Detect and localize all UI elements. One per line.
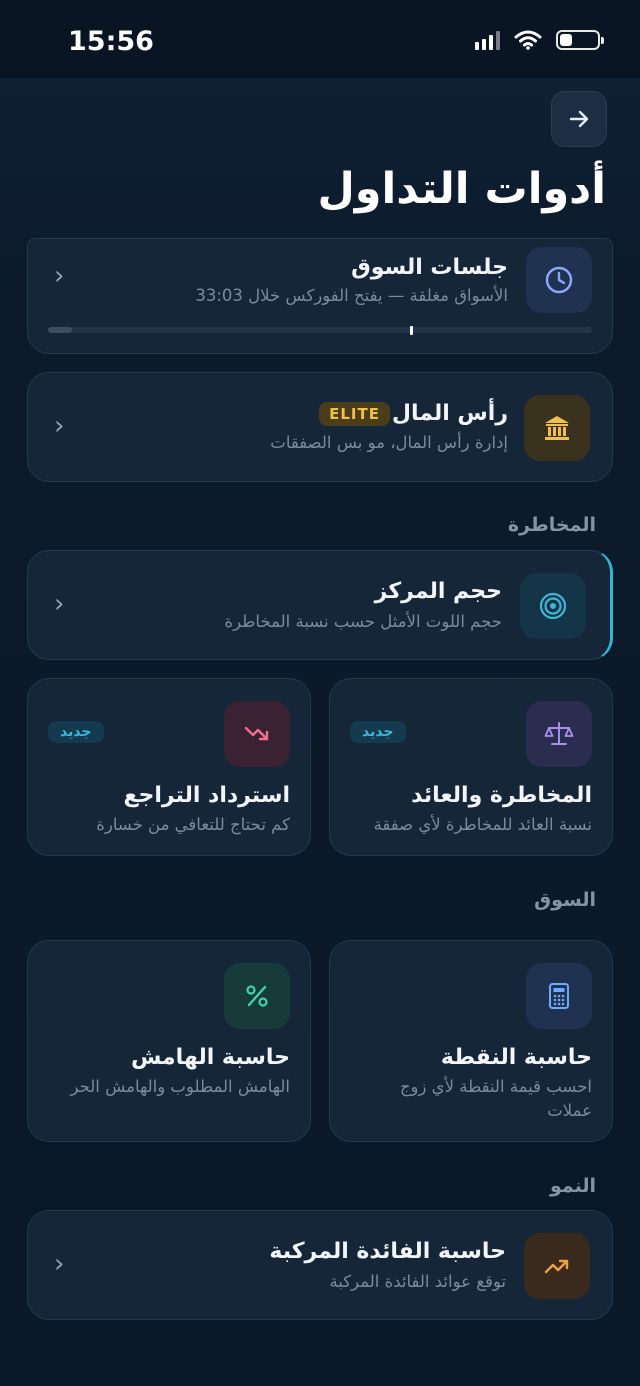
scale-icon-tile xyxy=(526,701,592,767)
drawdown-subtitle: كم تحتاج للتعافي من خسارة xyxy=(96,815,290,834)
target-icon-tile xyxy=(520,573,586,639)
drawdown-card[interactable]: جديد استرداد التراجع كم تحتاج للتعافي من… xyxy=(27,678,311,856)
session-now-marker xyxy=(410,326,413,335)
drawdown-title: استرداد التراجع xyxy=(123,783,290,808)
arrow-right-icon xyxy=(569,110,589,128)
trend-down-icon-tile xyxy=(224,701,290,767)
elite-badge: ELITE xyxy=(319,402,390,426)
compound-interest-subtitle: توقع عوائد الفائدة المركبة xyxy=(329,1272,506,1291)
risk-reward-card[interactable]: جديد المخاطرة والعائد نسبة العائد للمخاط… xyxy=(329,678,613,856)
pip-calculator-subtitle-line1: احسب قيمة النقطة لأي زوج xyxy=(399,1077,592,1096)
chevron-left-icon: ‹ xyxy=(54,261,65,291)
market-sessions-card[interactable]: جلسات السوق الأسواق مغلقة — يفتح الفوركس… xyxy=(27,238,613,354)
signal-icon xyxy=(475,30,500,50)
clock-icon-tile xyxy=(526,247,592,313)
capital-title: رأس المال xyxy=(391,401,508,426)
pip-calculator-title: حاسبة النقطة xyxy=(440,1045,592,1070)
margin-calculator-card[interactable]: حاسبة الهامش الهامش المطلوب والهامش الحر xyxy=(27,940,311,1142)
margin-calculator-subtitle: الهامش المطلوب والهامش الحر xyxy=(70,1077,290,1096)
status-bar: 15:56 xyxy=(0,0,640,78)
market-sessions-title: جلسات السوق xyxy=(351,255,508,280)
trend-up-icon xyxy=(544,1259,569,1274)
new-badge: جديد xyxy=(350,721,406,743)
pip-calculator-subtitle-line2: عملات xyxy=(547,1101,592,1120)
chevron-left-icon: ‹ xyxy=(54,589,65,619)
back-button[interactable] xyxy=(551,91,607,147)
session-timeline xyxy=(48,326,592,335)
chevron-left-icon: ‹ xyxy=(54,411,65,441)
risk-reward-title: المخاطرة والعائد xyxy=(411,783,592,808)
margin-calculator-title: حاسبة الهامش xyxy=(130,1045,290,1070)
scale-icon xyxy=(544,722,574,745)
bank-icon-tile xyxy=(524,395,590,461)
chevron-left-icon: ‹ xyxy=(54,1249,65,1279)
calculator-icon xyxy=(549,983,569,1009)
section-risk-label: المخاطرة xyxy=(507,514,596,536)
capital-card[interactable]: رأس المال ELITE إدارة رأس المال، مو بس ا… xyxy=(27,372,613,482)
position-size-card[interactable]: حجم المركز حجم اللوت الأمثل حسب نسبة الم… xyxy=(27,550,613,660)
clock-icon xyxy=(545,266,573,294)
target-icon xyxy=(539,592,567,620)
trading-tools-screen: 15:56 أدوات التداول جلسات السوق الأسواق … xyxy=(0,0,640,1386)
capital-subtitle: إدارة رأس المال، مو بس الصفقات xyxy=(270,433,508,452)
position-size-title: حجم المركز xyxy=(374,579,502,604)
battery-icon xyxy=(556,30,604,50)
session-timeline-fill xyxy=(48,327,72,333)
new-badge: جديد xyxy=(48,721,104,743)
compound-interest-card[interactable]: حاسبة الفائدة المركبة توقع عوائد الفائدة… xyxy=(27,1210,613,1320)
wifi-icon xyxy=(514,30,542,50)
pip-calculator-card[interactable]: حاسبة النقطة احسب قيمة النقطة لأي زوج عم… xyxy=(329,940,613,1142)
page-title: أدوات التداول xyxy=(317,164,606,214)
status-time: 15:56 xyxy=(68,26,154,57)
percent-icon-tile xyxy=(224,963,290,1029)
position-size-subtitle: حجم اللوت الأمثل حسب نسبة المخاطرة xyxy=(224,612,502,631)
market-sessions-subtitle: الأسواق مغلقة — يفتح الفوركس خلال 33:03 xyxy=(195,286,508,305)
section-market-label: السوق xyxy=(534,889,596,911)
status-icons xyxy=(475,30,604,50)
trend-down-icon xyxy=(244,726,269,741)
risk-reward-subtitle: نسبة العائد للمخاطرة لأي صفقة xyxy=(373,815,592,834)
percent-icon xyxy=(246,985,268,1007)
compound-interest-title: حاسبة الفائدة المركبة xyxy=(269,1239,506,1264)
trend-up-icon-tile xyxy=(524,1233,590,1299)
bank-icon xyxy=(545,416,569,440)
section-growth-label: النمو xyxy=(549,1175,596,1197)
calculator-icon-tile xyxy=(526,963,592,1029)
